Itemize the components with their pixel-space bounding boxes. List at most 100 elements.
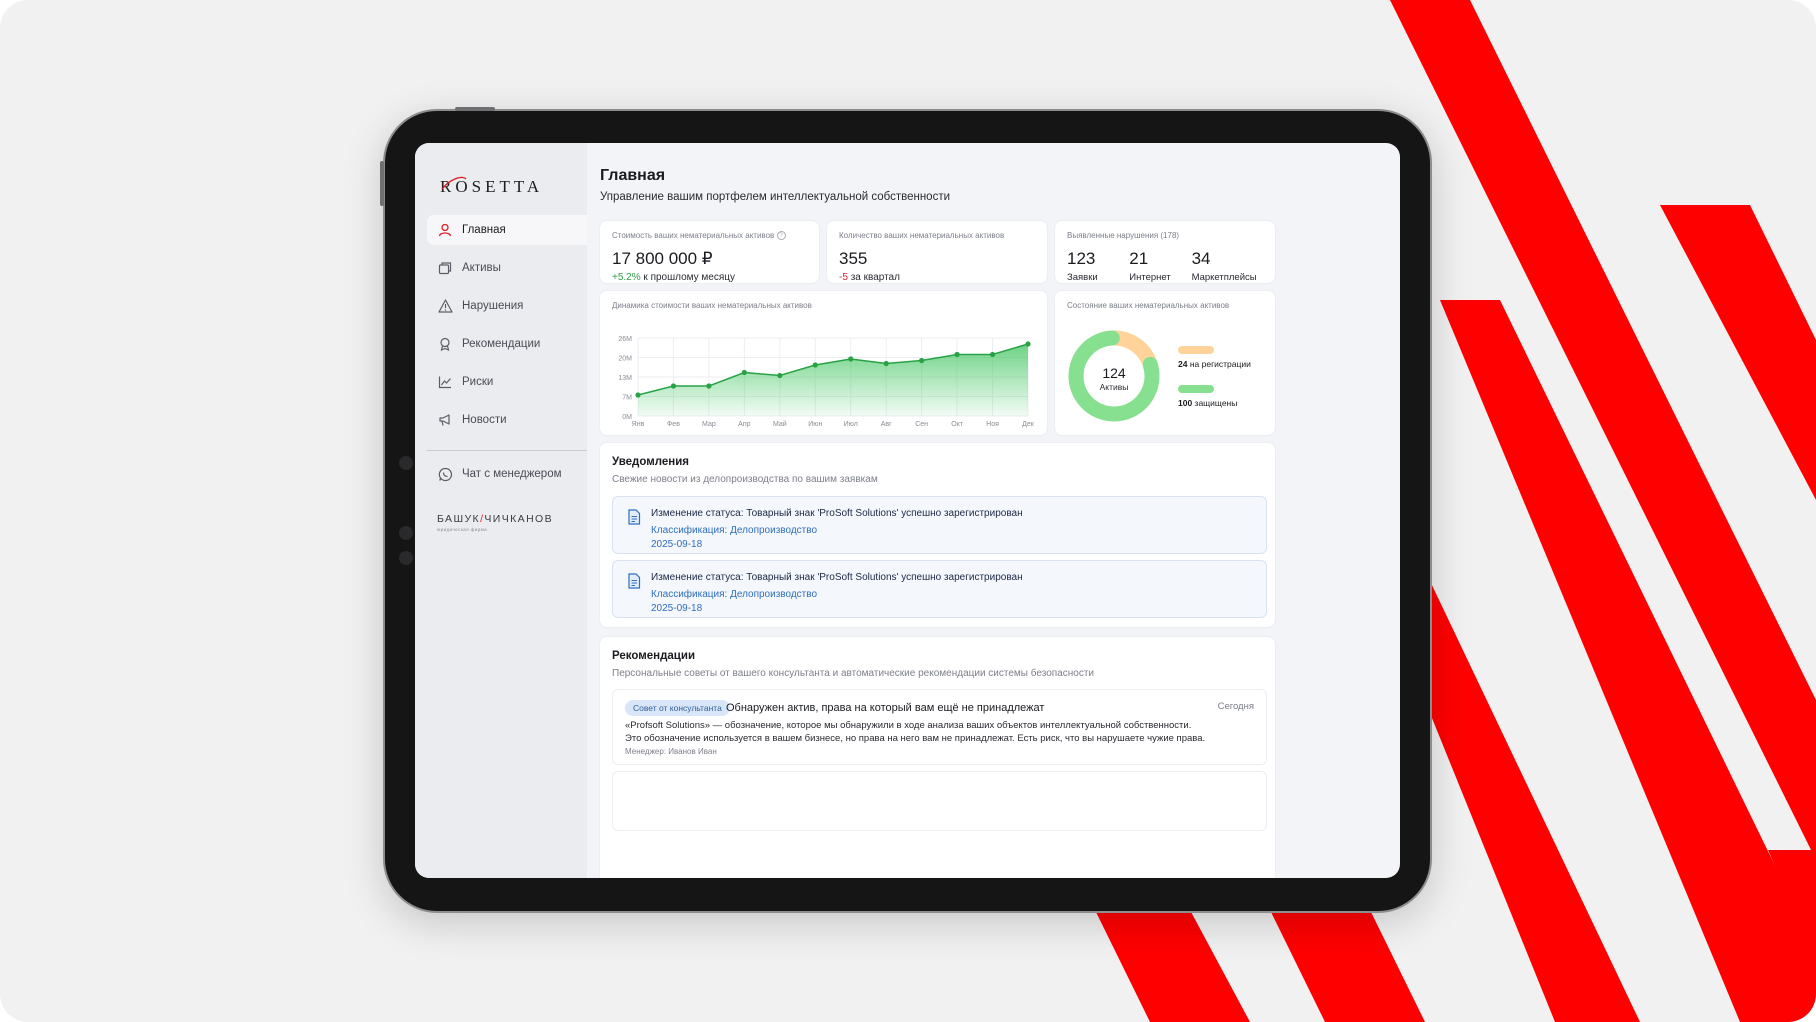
violations-breakdown: 123 Заявки 21 Интернет 34 Маркетплейсы	[1067, 249, 1263, 283]
recommendations-card: Рекомендации Персональные советы от ваше…	[599, 636, 1276, 878]
data-point	[670, 383, 677, 389]
sidebar-item-label: Риски	[462, 376, 494, 388]
data-point	[989, 351, 996, 358]
whatsapp-icon	[437, 466, 453, 482]
kpi-delta: -5 за квартал	[839, 272, 900, 283]
x-tick-label: Фев	[667, 421, 680, 428]
x-tick-label: Май	[773, 420, 787, 428]
kpi-label: Количество ваших нематериальных активов	[839, 231, 1005, 240]
notifications-subtitle: Свежие новости из делопроизводства по ва…	[612, 474, 878, 485]
pie-slice	[1108, 330, 1157, 369]
data-point	[954, 351, 960, 358]
notification-title: Изменение статуса: Товарный знак 'ProSof…	[651, 508, 1023, 519]
notification-item[interactable]: Изменение статуса: Товарный знак 'ProSof…	[612, 560, 1267, 618]
sidebar: ROSETTA Главная Активы Нарушения Рекомен…	[415, 143, 587, 878]
data-point	[848, 356, 854, 362]
page-subtitle: Управление вашим портфелем интеллектуаль…	[600, 191, 951, 203]
legend-label: 24 на регистрации	[1178, 359, 1251, 369]
rosetta-logo-mark: ROSETTA	[440, 176, 539, 196]
x-tick-label: Ноя	[986, 421, 999, 428]
camera-dot	[399, 551, 413, 565]
chart-line-icon	[437, 374, 453, 390]
sidebar-item-recommendations[interactable]: Рекомендации	[427, 329, 587, 359]
y-tick-label: 20M	[618, 356, 632, 363]
recommendations-subtitle: Персональные советы от вашего консультан…	[612, 668, 1094, 679]
data-point	[812, 362, 818, 368]
value-dynamics-chart: 0M 7M 13M 20M 26M Янв Фев Мар Апр Май Июн Июл Авг Сен…	[618, 336, 1035, 428]
x-tick-label: Июл	[844, 421, 858, 428]
y-tick-label: 7M	[622, 395, 632, 402]
data-point	[919, 357, 925, 364]
app-screen: ROSETTA Главная Активы Нарушения Рекомен…	[415, 143, 1400, 878]
donut-center-value: 124	[1102, 365, 1126, 381]
kpi-card-violations: Выявленные нарушения (178) 123 Заявки 21…	[1054, 220, 1276, 284]
legend-swatch	[1178, 346, 1214, 354]
recommendation-item[interactable]	[612, 771, 1267, 831]
megaphone-icon	[437, 412, 453, 428]
kpi-label: Стоимость ваших нематериальных активов ?	[612, 231, 807, 241]
kpi-card-count: Количество ваших нематериальных активов …	[826, 220, 1048, 284]
partner-name-left: БАШУК	[437, 513, 481, 525]
recommendation-manager: Менеджер: Иванов Иван	[625, 747, 717, 756]
notifications-card: Уведомления Свежие новости из делопроизв…	[599, 442, 1276, 628]
sidebar-item-label: Рекомендации	[462, 338, 541, 350]
partner-subtitle: юридическая фирма	[437, 527, 488, 532]
sidebar-item-assets[interactable]: Активы	[427, 253, 587, 283]
violations-internet[interactable]: 21 Интернет	[1129, 249, 1191, 283]
info-icon[interactable]: ?	[776, 231, 786, 241]
recommendations-title: Рекомендации	[612, 650, 696, 662]
kpi-value: 355	[839, 249, 868, 268]
data-point	[777, 372, 783, 379]
warning-icon	[437, 298, 453, 314]
recommendation-item[interactable]: Совет от консультанта Обнаружен актив, п…	[612, 689, 1267, 765]
violations-applications[interactable]: 123 Заявки	[1067, 249, 1129, 283]
asset-state-donut: 124Активы 24 на регистрации 100 защищены	[1068, 330, 1251, 422]
data-point	[635, 392, 641, 398]
x-tick-label: Мар	[702, 421, 716, 428]
tablet-side-button	[380, 161, 384, 206]
y-tick-label: 0M	[622, 414, 632, 421]
x-tick-label: Янв	[632, 421, 645, 428]
notifications-title: Уведомления	[612, 456, 689, 468]
sidebar-item-risks[interactable]: Риски	[427, 367, 587, 397]
partner-name-right: ЧИЧКАНОВ	[484, 513, 554, 525]
sidebar-item-label: Нарушения	[462, 300, 524, 312]
notification-classification: Классификация: Делопроизводство	[651, 525, 818, 536]
kpi-card-value: Стоимость ваших нематериальных активов ?…	[599, 220, 820, 284]
stack-icon	[437, 260, 453, 276]
consultant-badge: Совет от консультанта	[625, 700, 730, 716]
asset-state-card: Состояние ваших нематериальных активов 1…	[1054, 290, 1276, 436]
y-tick-label: 13M	[618, 375, 632, 382]
data-point	[1025, 341, 1031, 347]
violations-marketplaces[interactable]: 34 Маркетплейсы	[1192, 249, 1263, 283]
document-icon	[627, 573, 641, 594]
notification-date: 2025-09-18	[651, 539, 703, 550]
rosetta-logo[interactable]: ROSETTA	[440, 173, 590, 199]
chat-label: Чат с менеджером	[462, 468, 562, 480]
award-icon	[437, 336, 453, 352]
sidebar-item-home[interactable]: Главная	[427, 215, 587, 245]
document-icon	[627, 509, 641, 530]
x-tick-label: Авг	[881, 421, 892, 428]
x-tick-label: Окт	[951, 421, 964, 428]
x-tick-label: Июн	[808, 421, 822, 428]
kpi-value: 17 800 000 ₽	[612, 249, 713, 269]
sidebar-item-news[interactable]: Новости	[427, 405, 587, 435]
x-tick-label: Дек	[1022, 421, 1035, 428]
recommendation-date: Сегодня	[1217, 701, 1254, 712]
kpi-delta: +5.2% к прошлому месяцу	[612, 272, 735, 284]
sidebar-item-violations[interactable]: Нарушения	[427, 291, 587, 321]
data-point	[706, 383, 712, 389]
sidebar-item-label: Главная	[462, 224, 506, 236]
x-tick-label: Апр	[738, 421, 750, 428]
recommendation-title: Обнаружен актив, права на который вам ещ…	[726, 702, 1045, 714]
sidebar-item-label: Активы	[462, 262, 501, 274]
notification-title: Изменение статуса: Товарный знак 'ProSof…	[651, 572, 1023, 583]
sidebar-divider	[427, 450, 587, 451]
camera-dot	[399, 456, 413, 470]
sidebar-item-label: Новости	[462, 414, 507, 426]
chat-with-manager-button[interactable]: Чат с менеджером	[437, 466, 562, 482]
notification-item[interactable]: Изменение статуса: Товарный знак 'ProSof…	[612, 496, 1267, 554]
sidebar-nav: Главная Активы Нарушения Рекомендации Ри…	[427, 215, 587, 443]
tablet-top-button	[455, 107, 495, 111]
